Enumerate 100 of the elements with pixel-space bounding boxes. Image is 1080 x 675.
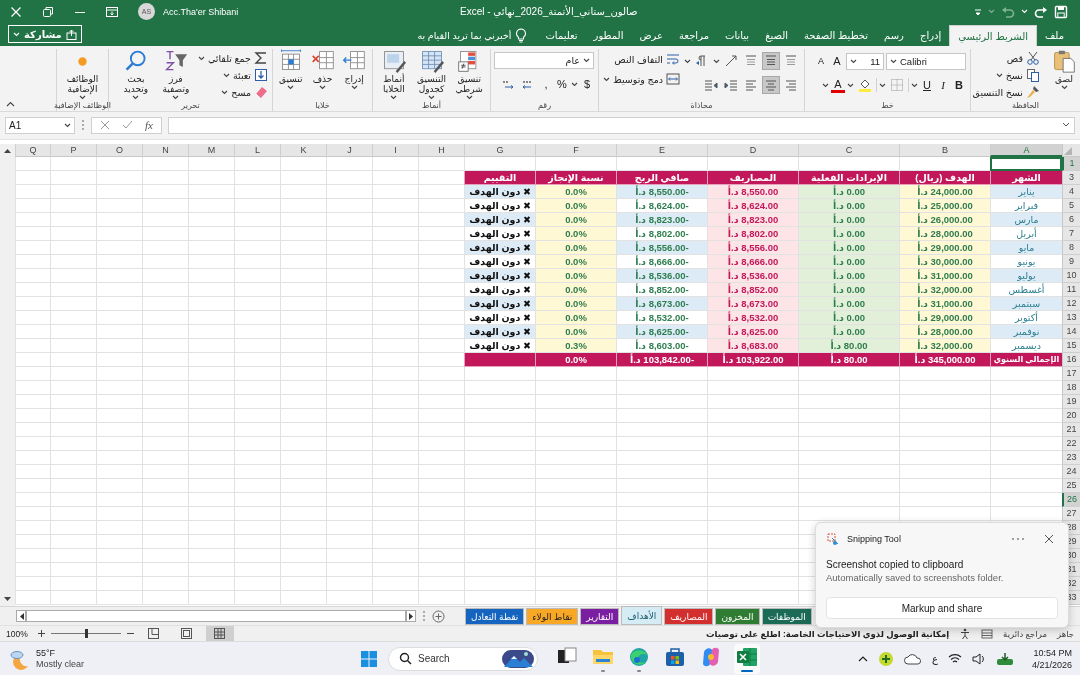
table-cell[interactable]: مايو	[990, 241, 1062, 255]
comma-button[interactable]: ,	[539, 76, 553, 92]
total-cell[interactable]: 80.00 د.أ	[798, 353, 899, 367]
ribbon-button[interactable]: أنماط الخلايا	[377, 49, 411, 100]
ribbon-button[interactable]: قص	[1006, 51, 1040, 65]
row-number[interactable]: 4	[1062, 185, 1080, 199]
column-heading[interactable]: K	[280, 144, 326, 157]
column-heading[interactable]: H	[418, 144, 464, 157]
row-number[interactable]: 23	[1062, 451, 1080, 465]
table-cell[interactable]: 25,000.00 د.أ	[899, 199, 990, 213]
total-cell[interactable]: -103,842.00 د.أ	[616, 353, 707, 367]
table-cell[interactable]: 32,000.00 د.أ	[899, 339, 990, 353]
underline-button[interactable]: U	[920, 77, 934, 93]
table-cell[interactable]: ✖ دون الهدف	[464, 269, 535, 283]
sheet-tab[interactable]: الموظفات	[761, 608, 812, 625]
table-header-cell[interactable]: الهدف (ريال)	[899, 171, 990, 185]
ribbon-button[interactable]: الوظائف الإضافية	[61, 49, 104, 100]
font-name-field[interactable]: Calibri	[886, 52, 966, 70]
ribbon-button[interactable]: بحث وتحديد	[117, 49, 154, 100]
table-cell[interactable]: 0.00 د.أ	[798, 199, 899, 213]
row-number[interactable]: 24	[1062, 465, 1080, 479]
ribbon-button[interactable]: تنسيق	[277, 49, 305, 90]
total-cell[interactable]: 345,000.00 د.أ	[899, 353, 990, 367]
ribbon-tab[interactable]: تعليمات	[537, 25, 586, 46]
table-cell[interactable]: 31,000.00 د.أ	[899, 269, 990, 283]
font-color-button[interactable]: A	[831, 77, 845, 93]
sheet-tab[interactable]: نقاط الولاء	[526, 608, 579, 625]
table-cell[interactable]: -8,673.00 د.أ	[616, 297, 707, 311]
table-cell[interactable]: ✖ دون الهدف	[464, 255, 535, 269]
table-cell[interactable]: 80.00 د.أ	[798, 339, 899, 353]
table-cell[interactable]: 24,000.00 د.أ	[899, 185, 990, 199]
table-cell[interactable]: 0.0%	[535, 213, 616, 227]
column-heading[interactable]: M	[188, 144, 234, 157]
table-cell[interactable]: -8,823.00 د.أ	[616, 213, 707, 227]
table-cell[interactable]: -8,852.00 د.أ	[616, 283, 707, 297]
table-cell[interactable]: 0.0%	[535, 199, 616, 213]
ribbon-button[interactable]: فرز وتصفية	[157, 49, 194, 100]
table-cell[interactable]: نوفمبر	[990, 325, 1062, 339]
table-cell[interactable]: فبراير	[990, 199, 1062, 213]
table-cell[interactable]: أكتوبر	[990, 311, 1062, 325]
table-cell[interactable]: 8,666.00 د.أ	[707, 255, 798, 269]
table-cell[interactable]: ✖ دون الهدف	[464, 311, 535, 325]
table-header-cell[interactable]: نسبة الإنجاز	[535, 171, 616, 185]
total-cell[interactable]: الإجمالي السنوي	[990, 353, 1062, 367]
table-cell[interactable]: -8,802.00 د.أ	[616, 227, 707, 241]
ribbon-button[interactable]: التنسيق كجدول	[414, 49, 449, 100]
table-header-cell[interactable]: الإيرادات الفعلية	[798, 171, 899, 185]
column-heading[interactable]: C	[798, 144, 899, 157]
ribbon-tab[interactable]: بيانات	[717, 25, 758, 46]
table-cell[interactable]: 31,000.00 د.أ	[899, 297, 990, 311]
sheet-tab[interactable]: المخزون	[715, 608, 760, 625]
ribbon-button[interactable]: إدراج	[340, 49, 368, 90]
sheet-tab[interactable]: المصاريف	[664, 608, 714, 625]
table-cell[interactable]: -8,536.00 د.أ	[616, 269, 707, 283]
row-number[interactable]: 20	[1062, 409, 1080, 423]
clock-date[interactable]: 4/21/2026	[1031, 658, 1072, 671]
row-number[interactable]: 25	[1062, 479, 1080, 493]
column-heading[interactable]: P	[50, 144, 96, 157]
table-cell[interactable]: 29,000.00 د.أ	[899, 311, 990, 325]
sheet-tab[interactable]: الأهداف	[621, 606, 663, 625]
row-number[interactable]: 10	[1062, 269, 1080, 283]
table-cell[interactable]: ✖ دون الهدف	[464, 185, 535, 199]
sheet-tab[interactable]: نقطة التعادل	[465, 608, 525, 625]
table-cell[interactable]: 0.0%	[535, 255, 616, 269]
row-number[interactable]: 27	[1062, 507, 1080, 521]
ribbon-button[interactable]: التفاف النص	[602, 52, 680, 66]
column-heading[interactable]: L	[234, 144, 280, 157]
row-number[interactable]: 17	[1062, 367, 1080, 381]
total-cell[interactable]: 103,922.00 د.أ	[707, 353, 798, 367]
table-cell[interactable]: 8,852.00 د.أ	[707, 283, 798, 297]
table-cell[interactable]: 8,556.00 د.أ	[707, 241, 798, 255]
table-cell[interactable]: 0.0%	[535, 269, 616, 283]
clock-time[interactable]: 10:54 PM	[1033, 646, 1072, 659]
ribbon-tab[interactable]: الصيغ	[757, 25, 796, 46]
percent-button[interactable]: %	[555, 76, 569, 92]
column-heading[interactable]: A	[990, 144, 1062, 157]
grow-font-button[interactable]: A	[830, 53, 844, 69]
ribbon-button[interactable]: نسخ	[995, 68, 1040, 82]
zoom-level[interactable]: 100%	[6, 628, 28, 639]
table-cell[interactable]: 0.3%	[535, 339, 616, 353]
table-cell[interactable]: 8,550.00 د.أ	[707, 185, 798, 199]
table-cell[interactable]: 29,000.00 د.أ	[899, 241, 990, 255]
markup-share-button[interactable]: Markup and share	[826, 597, 1058, 619]
table-header-cell[interactable]: الشهر	[990, 171, 1062, 185]
ribbon-button[interactable]: مسح	[221, 85, 268, 99]
table-cell[interactable]: 0.0%	[535, 325, 616, 339]
ribbon-button[interactable]: تنسيق شرطي	[452, 49, 486, 100]
ribbon-tab[interactable]: المطور	[585, 25, 632, 46]
table-cell[interactable]: 0.00 د.أ	[798, 283, 899, 297]
ribbon-tab[interactable]: تخطيط الصفحة	[795, 25, 877, 46]
column-heading[interactable]: Q	[15, 144, 50, 157]
circular-references-status[interactable]: مراجع دائرية	[1003, 628, 1047, 639]
table-cell[interactable]: 0.00 د.أ	[798, 227, 899, 241]
accessibility-status[interactable]: إمكانية الوصول لذوي الاحتياجات الخاصة: اطلع على توصيات	[705, 628, 950, 639]
row-number[interactable]: 15	[1062, 339, 1080, 353]
table-cell[interactable]: 8,683.00 د.أ	[707, 339, 798, 353]
column-heading[interactable]: B	[899, 144, 990, 157]
table-cell[interactable]: يناير	[990, 185, 1062, 199]
row-number[interactable]: 18	[1062, 381, 1080, 395]
table-cell[interactable]: أبريل	[990, 227, 1062, 241]
